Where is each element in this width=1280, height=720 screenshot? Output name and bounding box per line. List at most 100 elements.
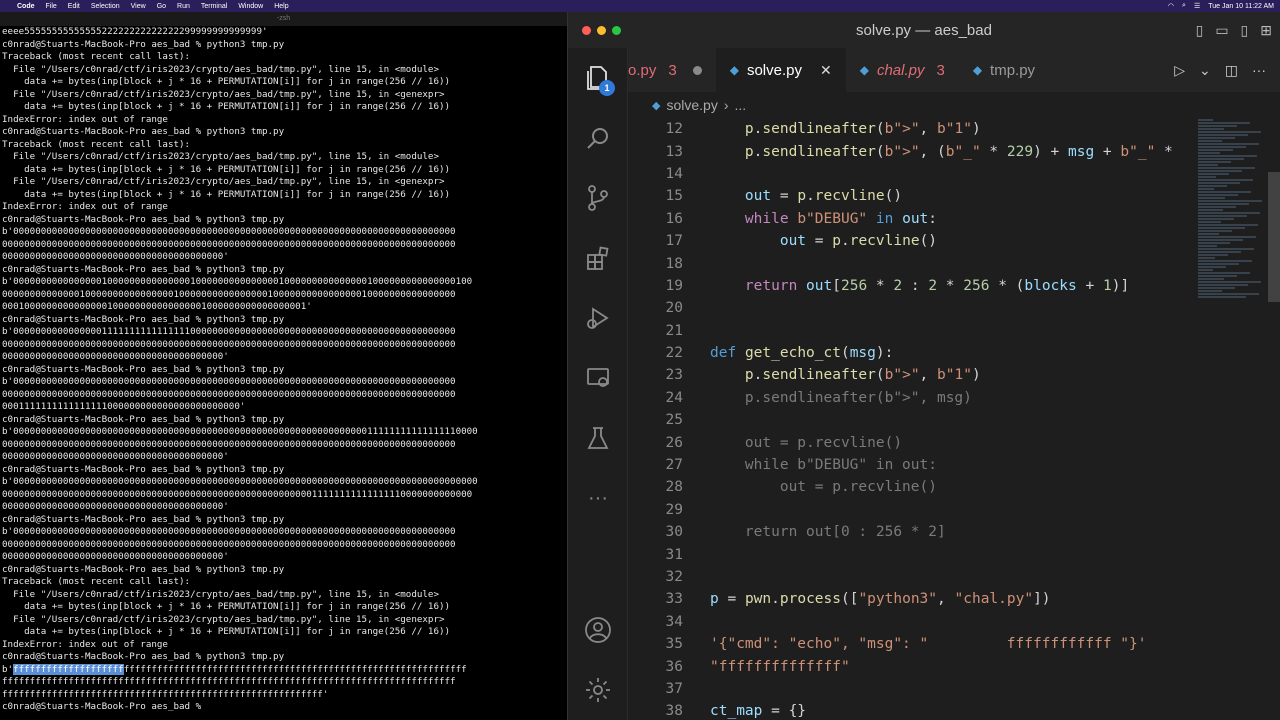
code-line[interactable]: 16 while b"DEBUG" in out: (628, 208, 1178, 230)
line-number: 34 (665, 613, 683, 630)
code-line[interactable]: 26 out = p.recvline() (628, 431, 1178, 453)
tab-tmp-py[interactable]: ◆ tmp.py (959, 48, 1049, 92)
terminal-line: File "/Users/c0nrad/ctf/iris2023/crypto/… (2, 63, 439, 75)
code-line[interactable]: 15 out = p.recvline() (628, 185, 1178, 207)
menu-item-window[interactable]: Window (238, 3, 263, 10)
menu-item-help[interactable]: Help (274, 3, 288, 10)
run-python-icon[interactable]: ▷ (1174, 62, 1185, 79)
code-line[interactable]: 29 (628, 499, 1178, 521)
more-views-icon[interactable]: ··· (568, 468, 628, 528)
tab-label: tmp.py (990, 61, 1036, 79)
terminal-selection[interactable]: ffffffffffffffffffff (13, 663, 124, 675)
line-number: 38 (665, 703, 683, 720)
menu-item-go[interactable]: Go (157, 3, 166, 10)
terminal-line: data += bytes(inp[block + j * 16 + PERMU… (2, 626, 451, 637)
line-number: 24 (665, 389, 683, 406)
wifi-icon[interactable]: ◠ (1168, 2, 1174, 10)
breadcrumb-file[interactable]: solve.py (666, 97, 717, 113)
toggle-secondary-sidebar-icon[interactable]: ▯ (1241, 22, 1249, 39)
code-line[interactable]: 36 "ffffffffffffff" (628, 655, 1178, 677)
toggle-panel-icon[interactable]: ▭ (1215, 22, 1228, 39)
source-control-icon[interactable] (568, 168, 628, 228)
more-actions-icon[interactable]: ··· (1252, 62, 1266, 79)
minimap-line (1198, 248, 1254, 250)
terminal-line: 0000000000000010000000000000000100000000… (2, 288, 456, 300)
code-line[interactable]: 12 p.sendlineafter(b">", b"1") (628, 118, 1178, 140)
control-center-icon[interactable]: ☰ (1194, 2, 1200, 10)
unsaved-dot-icon[interactable] (692, 65, 702, 75)
code-line[interactable]: 19 return out[256 * 2 : 2 * 256 * (block… (628, 275, 1178, 297)
minimap-line (1198, 167, 1255, 169)
extensions-icon[interactable] (568, 228, 628, 288)
tab-other-py[interactable]: o.py 3 (628, 48, 716, 92)
code-line[interactable]: 23 p.sendlineafter(b">", b"1") (628, 364, 1178, 386)
minimap-line (1198, 128, 1224, 130)
vscode-window: solve.py — aes_bad ▯ ▭ ▯ ⊞ 1 ··· o.py 3 … (567, 12, 1280, 720)
code-line[interactable]: 37 (628, 678, 1178, 700)
code-line[interactable]: 38 ct_map = {} (628, 700, 1178, 720)
code-line[interactable]: 18 (628, 252, 1178, 274)
run-dropdown-chevron-icon[interactable]: ⌄ (1199, 62, 1211, 79)
code-line[interactable]: 22 def get_echo_ct(msg): (628, 342, 1178, 364)
code-line[interactable]: 27 while b"DEBUG" in out: (628, 454, 1178, 476)
accounts-icon[interactable] (568, 600, 628, 660)
tab-solve-py[interactable]: ◆ solve.py ✕ (715, 48, 846, 92)
close-tab-icon[interactable]: ✕ (820, 62, 832, 79)
tab-label: chal.py (876, 61, 925, 79)
code-line[interactable]: 30 return out[0 : 256 * 2] (628, 521, 1178, 543)
menubar-clock[interactable]: Tue Jan 10 11:22 AM (1208, 3, 1274, 10)
menu-item-view[interactable]: View (131, 3, 146, 10)
code-line[interactable]: 28 out = p.recvline() (628, 476, 1178, 498)
code-line[interactable]: 32 (628, 566, 1178, 588)
search-icon[interactable]: ⌕ (1182, 2, 1186, 10)
code-line[interactable]: 20 (628, 297, 1178, 319)
run-debug-icon[interactable] (568, 288, 628, 348)
code-line[interactable]: 21 (628, 320, 1178, 342)
breadcrumb-symbol[interactable]: ... (735, 97, 747, 113)
code-line[interactable]: 35 '{"cmd": "echo", "msg": " ffffffffffff… (628, 633, 1178, 655)
minimap-line (1198, 266, 1226, 268)
code-line[interactable]: 14 (628, 163, 1178, 185)
minimap-line (1198, 140, 1222, 142)
code-text: while b"DEBUG" in out: (744, 210, 938, 227)
code-line[interactable]: 34 (628, 611, 1178, 633)
toggle-primary-sidebar-icon[interactable]: ▯ (1196, 22, 1204, 39)
menu-app-name[interactable]: Code (17, 3, 35, 10)
testing-icon[interactable] (568, 408, 628, 468)
terminal-line: c0nrad@Stuarts-MacBook-Pro aes_bad % pyt… (2, 513, 285, 525)
code-line[interactable]: 31 (628, 543, 1178, 565)
minimap[interactable] (1198, 118, 1268, 720)
line-number: 16 (665, 210, 683, 227)
code-text: p.sendlineafter(b">", msg) (744, 389, 972, 406)
terminal-line: b'ffffffffffffffffffffffffffffffffffffff… (2, 663, 467, 675)
terminal-output[interactable]: eeee555555555555552222222222222229999999… (0, 26, 567, 714)
terminal-line: c0nrad@Stuarts-MacBook-Pro aes_bad % pyt… (2, 563, 285, 575)
code-line[interactable]: 13 p.sendlineafter(b">", (b"_" * 229) + … (628, 140, 1178, 162)
code-line[interactable]: 17 out = p.recvline() (628, 230, 1178, 252)
split-editor-icon[interactable]: ◫ (1225, 62, 1238, 79)
menu-item-edit[interactable]: Edit (68, 3, 80, 10)
menu-item-terminal[interactable]: Terminal (201, 3, 227, 10)
code-line[interactable]: 24 p.sendlineafter(b">", msg) (628, 387, 1178, 409)
code-line[interactable]: 33 p = pwn.process(["python3", "chal.py"]… (628, 588, 1178, 610)
remote-explorer-icon[interactable] (568, 348, 628, 408)
menu-item-run[interactable]: Run (177, 3, 190, 10)
line-number: 12 (665, 121, 683, 138)
search-icon[interactable] (568, 108, 628, 168)
editor-scrollbar[interactable] (1268, 172, 1280, 302)
tab-chal-py[interactable]: ◆ chal.py 3 (846, 48, 959, 92)
code-editor[interactable]: 12 p.sendlineafter(b">", b"1") 13 p.sendl… (628, 118, 1178, 720)
vscode-titlebar: solve.py — aes_bad ▯ ▭ ▯ ⊞ (568, 12, 1280, 48)
terminal-window[interactable]: -zsh eeee5555555555555522222222222222299… (0, 12, 567, 720)
customize-layout-icon[interactable]: ⊞ (1260, 22, 1272, 39)
minimap-line (1198, 263, 1239, 265)
code-line[interactable]: 25 (628, 409, 1178, 431)
manage-gear-icon[interactable] (568, 660, 628, 720)
menu-item-selection[interactable]: Selection (91, 3, 120, 10)
explorer-icon[interactable]: 1 (568, 48, 628, 108)
minimap-line (1198, 260, 1252, 262)
minimap-line (1198, 239, 1243, 241)
tab-label: o.py (628, 61, 657, 79)
menu-item-file[interactable]: File (46, 3, 57, 10)
minimap-line (1198, 236, 1256, 238)
